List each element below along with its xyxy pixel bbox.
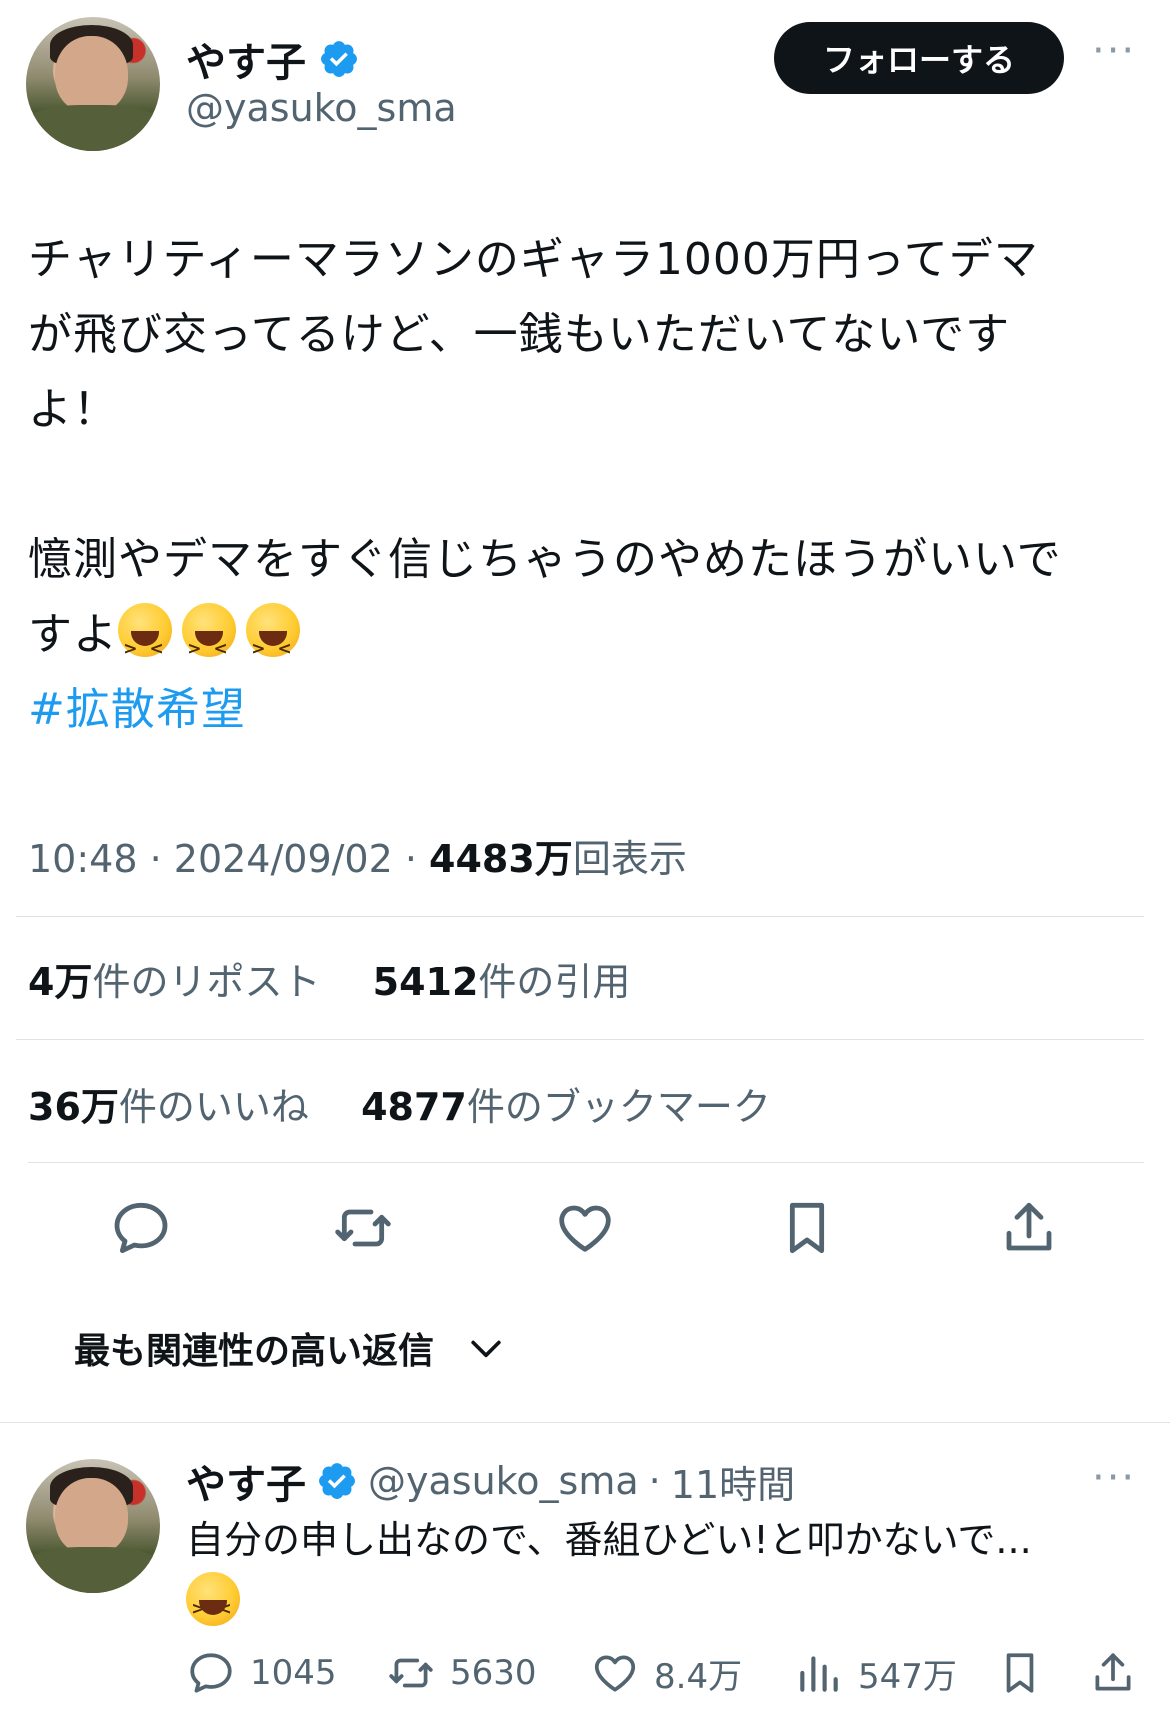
grinning-squinting-emoji-icon bbox=[182, 603, 236, 687]
reply-sort-label: 最も関連性の高い返信 bbox=[74, 1331, 435, 1372]
likes-count: 36万 bbox=[28, 1085, 119, 1129]
bookmarks-stat[interactable]: 4877件のブックマーク bbox=[361, 1085, 771, 1129]
author-name-row[interactable]: やす子 bbox=[186, 30, 360, 88]
tweet-text-line: チャリティーマラソンのギャラ1000万円ってデマ bbox=[28, 234, 1039, 285]
grinning-squinting-emoji-icon bbox=[186, 1572, 240, 1637]
grinning-squinting-emoji-icon bbox=[246, 603, 300, 687]
tweet-text-line: が飛び交ってるけど、一銭もいただいてないです bbox=[28, 309, 1011, 360]
tweet-date[interactable]: 2024/09/02 bbox=[174, 837, 393, 881]
reposts-count: 4万 bbox=[28, 960, 93, 1004]
more-options-icon[interactable]: ··· bbox=[1092, 28, 1136, 74]
reply-bookmark-icon[interactable] bbox=[995, 1648, 1045, 1698]
reply-more-options-icon[interactable]: ··· bbox=[1092, 1455, 1136, 1501]
reply-views-count: 547万 bbox=[858, 1656, 957, 1697]
retweet-icon bbox=[389, 1658, 433, 1688]
chevron-down-icon bbox=[471, 1340, 501, 1358]
reply-retweets-count: 5630 bbox=[450, 1653, 537, 1693]
like-heart-icon bbox=[594, 1655, 636, 1692]
author-handle[interactable]: @yasuko_sma bbox=[186, 86, 457, 130]
reply-icon bbox=[190, 1653, 232, 1693]
author-avatar[interactable] bbox=[26, 17, 160, 151]
reply-icon[interactable] bbox=[109, 1196, 173, 1260]
quotes-stat[interactable]: 5412件の引用 bbox=[373, 960, 631, 1004]
reply-sort-selector[interactable]: 最も関連性の高い返信 bbox=[74, 1322, 508, 1374]
reply-like-button[interactable]: 8.4万 bbox=[590, 1648, 742, 1698]
reply-author-name[interactable]: やす子 bbox=[186, 1452, 306, 1510]
verified-badge-icon bbox=[321, 41, 357, 77]
divider bbox=[28, 1162, 1144, 1163]
reply-body: 自分の申し出なので、番組ひどい!と叩かないで... bbox=[186, 1512, 1126, 1637]
quotes-count: 5412 bbox=[372, 960, 479, 1004]
bookmarks-count: 4877 bbox=[361, 1085, 467, 1129]
author-name[interactable]: やす子 bbox=[186, 30, 306, 88]
reply-likes-count: 8.4万 bbox=[654, 1656, 743, 1697]
reply-time[interactable]: 11時間 bbox=[671, 1454, 795, 1509]
reply-replies-count: 1045 bbox=[250, 1653, 337, 1693]
divider bbox=[0, 1422, 1170, 1423]
reply-header: やす子 @yasuko_sma · 11時間 bbox=[186, 1452, 795, 1510]
reply-reply-button[interactable]: 1045 bbox=[186, 1648, 337, 1698]
tweet-meta: 10:48 · 2024/09/02 · 4483万回表示 bbox=[28, 837, 687, 881]
tweet-text-line: 憶測やデマをすぐ信じちゃうのやめたほうがいいで bbox=[28, 534, 1062, 585]
tweet-text-line: よ！ bbox=[28, 384, 118, 435]
reposts-stat[interactable]: 4万件のリポスト bbox=[28, 960, 320, 1004]
views-count: 4483万 bbox=[429, 837, 573, 881]
reply-separator: · bbox=[648, 1459, 661, 1503]
follow-button[interactable]: フォローする bbox=[774, 22, 1064, 94]
reposts-label: 件のリポスト bbox=[92, 960, 321, 1004]
share-icon[interactable] bbox=[997, 1196, 1061, 1260]
like-heart-icon[interactable] bbox=[553, 1196, 617, 1260]
grinning-squinting-emoji-icon bbox=[118, 603, 172, 687]
likes-stat[interactable]: 36万件のいいね bbox=[28, 1085, 309, 1129]
reply-retweet-button[interactable]: 5630 bbox=[386, 1648, 537, 1698]
views-label: 回表示 bbox=[572, 837, 687, 881]
bookmark-icon[interactable] bbox=[775, 1196, 839, 1260]
repost-quote-stats: 4万件のリポスト 5412件の引用 bbox=[28, 951, 630, 1006]
tweet-time[interactable]: 10:48 bbox=[28, 837, 138, 881]
like-bookmark-stats: 36万件のいいね 4877件のブックマーク bbox=[28, 1076, 771, 1131]
reply-text: 自分の申し出なので、番組ひどい!と叩かないで... bbox=[186, 1518, 1032, 1562]
likes-label: 件のいいね bbox=[118, 1085, 309, 1129]
reply-handle[interactable]: @yasuko_sma bbox=[368, 1459, 639, 1503]
reply-share-icon[interactable] bbox=[1088, 1648, 1138, 1698]
tweet-text-fragment: すよ bbox=[28, 609, 118, 660]
quotes-label: 件の引用 bbox=[478, 960, 631, 1004]
tweet-text-line-emoji: すよ bbox=[28, 597, 1148, 687]
verified-badge-icon bbox=[319, 1463, 355, 1499]
retweet-icon[interactable] bbox=[331, 1196, 395, 1260]
views-chart-icon bbox=[800, 1656, 838, 1692]
divider bbox=[16, 916, 1144, 917]
reply-views-button[interactable]: 547万 bbox=[794, 1648, 957, 1698]
reply-author-avatar[interactable] bbox=[26, 1459, 160, 1593]
bookmarks-label: 件のブックマーク bbox=[466, 1085, 771, 1129]
tweet-body: チャリティーマラソンのギャラ1000万円ってデマ が飛び交ってるけど、一銭もいた… bbox=[28, 222, 1148, 747]
divider bbox=[16, 1039, 1144, 1040]
